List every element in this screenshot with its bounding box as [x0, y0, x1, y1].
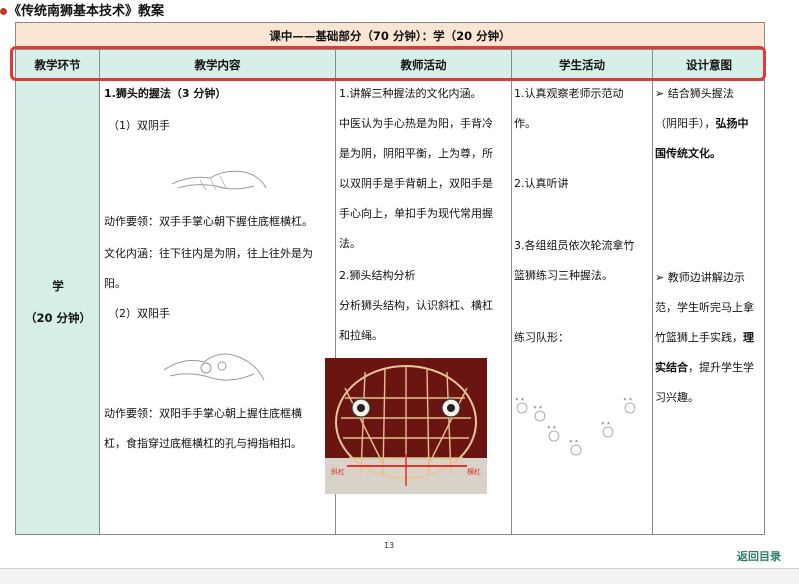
header-stage: 教学环节	[16, 50, 100, 80]
stage-duration: （20 分钟）	[24, 311, 91, 325]
student-line-1: 1.认真观察老师示范动	[514, 87, 624, 100]
grip-1-culture-cont: 阳。	[104, 277, 126, 290]
intent-line-8: 习兴趣。	[655, 391, 699, 404]
page-number: 13	[384, 541, 395, 550]
grip-type-1: （1）双阴手	[108, 119, 170, 132]
stage-name: 学	[52, 279, 64, 293]
table-header-row: 教学环节 教学内容 教师活动 学生活动 设计意图	[15, 50, 765, 81]
document-title-text: 《传统南狮基本技术》教案	[8, 4, 165, 19]
double-yin-hand-sketch	[171, 170, 267, 191]
header-content: 教学内容	[100, 50, 336, 80]
grip-1-culture: 文化内涵：往下往内是为阴，往上往外是为	[104, 247, 313, 260]
header-student-activity: 学生活动	[512, 50, 653, 80]
teacher-line-1: 1.讲解三种握法的文化内涵。	[339, 87, 482, 100]
grip-2-essentials-cont: 杠，食指穿过底框横杠的孔与拇指相扣。	[104, 437, 302, 450]
student-cell	[512, 81, 653, 534]
header-design-intent: 设计意图	[686, 58, 732, 72]
intent-line-5: 范，学生听完马上拿	[655, 301, 754, 314]
back-to-contents-link[interactable]: 返回目录	[737, 548, 781, 564]
teacher-line-5: 手心向上，单扣手为现代常用握	[339, 207, 493, 220]
intent-line-3: 国传统文化。	[655, 147, 721, 160]
header-teacher-activity: 教师活动	[336, 50, 512, 80]
lion-head-frame-photo: 斜杠 横杠	[325, 358, 487, 494]
student-line-4: 3.各组组员依次轮流拿竹	[514, 239, 635, 252]
section-banner: 课中——基础部分（70 分钟）：学（20 分钟）	[15, 22, 765, 50]
teacher-line-3: 是为阴，阴阳平衡，上为尊，所	[339, 147, 493, 160]
intent-line-1: ➢ 结合狮头握法	[655, 87, 734, 100]
student-line-3: 2.认真听讲	[514, 177, 569, 190]
student-line-5: 篮狮练习三种握法。	[514, 269, 613, 282]
title-marker-icon	[0, 8, 7, 15]
student-line-6: 练习队形：	[514, 331, 569, 344]
teacher-line-4: 以双阴手是手背朝上，双阳手是	[339, 177, 493, 190]
practice-formation-diagram: ⋆⋆ ⋆⋆ ⋆⋆ ⋆⋆ ⋆⋆ ⋆⋆	[514, 395, 636, 456]
teacher-line-2: 中医认为手心热是为阳，手背冷	[339, 117, 493, 130]
photo-label-diagonal: 斜杠	[331, 467, 345, 476]
lion-head-frame-image: 斜杠 横杠	[325, 358, 487, 494]
intent-line-4: ➢ 教师边讲解边示	[655, 271, 745, 284]
student-line-2: 作。	[514, 117, 536, 130]
bottom-scroll-area	[0, 569, 799, 584]
stage-cell: 学 （20 分钟）	[16, 81, 100, 534]
teacher-line-9: 和拉绳。	[339, 329, 383, 342]
teacher-line-6: 法。	[339, 237, 361, 250]
grip-type-2: （2）双阳手	[108, 307, 170, 320]
grip-2-essentials: 动作要领：双阳手手掌心朝上握住底框横	[104, 407, 302, 420]
teacher-line-7: 2.狮头结构分析	[339, 269, 416, 282]
content-heading: 1.狮头的握法（3 分钟）	[104, 87, 227, 100]
intent-line-7: 实结合，提升学生学	[655, 361, 754, 374]
teacher-line-8: 分析狮头结构，认识斜杠、横杠	[339, 299, 493, 312]
intent-line-6: 竹篮狮上手实践，理	[655, 331, 754, 344]
photo-label-horizontal: 横杠	[467, 467, 481, 476]
grip-1-essentials: 动作要领：双手手掌心朝下握住底框横杠。	[104, 215, 313, 228]
intent-line-2: （阴阳手），弘扬中	[655, 117, 749, 130]
document-title: 《传统南狮基本技术》教案	[0, 0, 165, 19]
double-yang-hand-sketch	[163, 353, 265, 381]
